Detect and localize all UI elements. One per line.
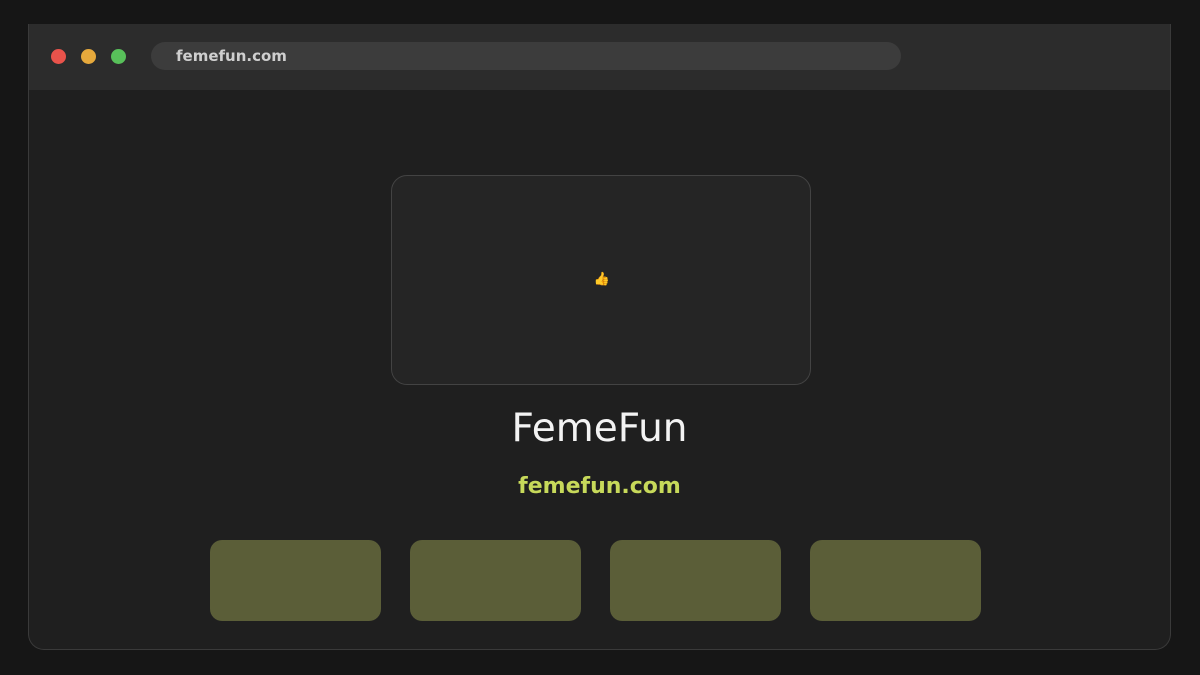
tile-3[interactable]	[610, 540, 781, 621]
address-bar[interactable]: femefun.com	[151, 42, 901, 70]
thumbs-up-icon: 👍	[593, 272, 611, 287]
hero-image-card: 👍	[391, 175, 811, 385]
tile-1[interactable]	[210, 540, 381, 621]
tile-row	[210, 540, 1010, 622]
tile-2[interactable]	[410, 540, 581, 621]
site-domain-link[interactable]: femefun.com	[29, 472, 1170, 502]
minimize-window-button[interactable]	[81, 49, 96, 64]
browser-titlebar: femefun.com	[29, 24, 1170, 90]
tile-4[interactable]	[810, 540, 981, 621]
close-window-button[interactable]	[51, 49, 66, 64]
maximize-window-button[interactable]	[111, 49, 126, 64]
site-title: FemeFun	[511, 406, 688, 451]
browser-window: femefun.com 👍 FemeFun femefun.com	[28, 24, 1171, 650]
